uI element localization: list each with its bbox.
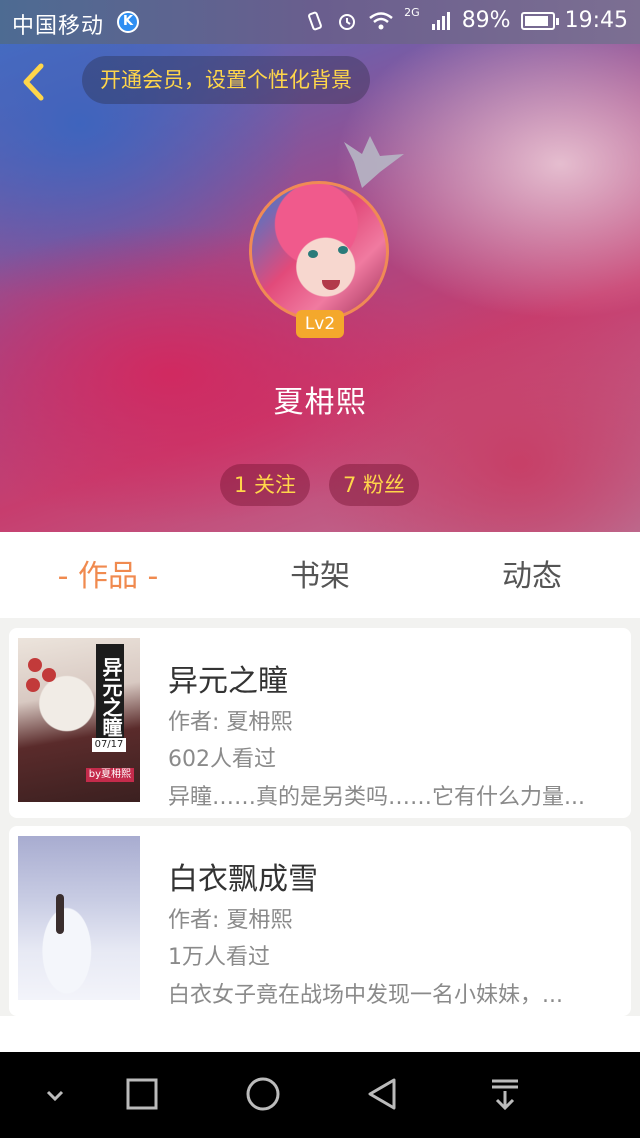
- battery-icon: [520, 11, 559, 30]
- vip-background-button[interactable]: 开通会员，设置个性化背景: [82, 56, 370, 104]
- book-cover[interactable]: 异元之瞳 07/17 by夏枏熙: [18, 638, 140, 802]
- book-card[interactable]: 白衣飘成雪 作者: 夏枏熙 1万人看过 白衣女子竟在战场中发现一名小妹妹，...: [9, 826, 631, 1016]
- signal-icon: [431, 11, 450, 30]
- k-app-icon: K: [117, 11, 139, 33]
- back-arrow-icon[interactable]: [14, 60, 54, 104]
- tab-works[interactable]: - 作品 -: [30, 532, 186, 618]
- cover-title: 异元之瞳: [96, 644, 124, 750]
- download-icon[interactable]: [480, 1072, 530, 1118]
- book-author: 作者: 夏枏熙: [168, 710, 293, 735]
- back-triangle-icon[interactable]: [358, 1072, 408, 1118]
- tab-activity[interactable]: 动态: [472, 532, 592, 618]
- status-icons: 2G 89% 19:45: [304, 6, 628, 33]
- wifi-icon: [369, 11, 393, 29]
- book-description: 异瞳……真的是另类吗……它有什么力量...: [168, 785, 585, 810]
- recent-apps-icon[interactable]: [117, 1072, 167, 1118]
- vibrate-icon: [308, 11, 323, 30]
- username: 夏枏熙: [273, 385, 367, 420]
- fans-count-button[interactable]: 7 粉丝: [329, 464, 419, 506]
- battery-percent: 89%: [461, 8, 511, 33]
- works-list: 异元之瞳 07/17 by夏枏熙 异元之瞳 作者: 夏枏熙 602人看过 异瞳……: [0, 618, 640, 1016]
- network-type: 2G: [404, 6, 420, 19]
- status-bar: 中国移动 K 2G 89% 19:45: [0, 0, 640, 44]
- tab-bookshelf[interactable]: 书架: [260, 532, 380, 618]
- cover-date: 07/17: [92, 738, 126, 752]
- carrier-name: 中国移动: [12, 14, 105, 39]
- book-cover[interactable]: [18, 836, 140, 1000]
- book-author: 作者: 夏枏熙: [168, 908, 293, 933]
- tab-bar: - 作品 - 书架 动态: [0, 532, 640, 618]
- book-description: 白衣女子竟在战场中发现一名小妹妹，...: [168, 983, 563, 1008]
- book-title[interactable]: 白衣飘成雪: [168, 854, 318, 898]
- navigation-bar: [0, 1052, 640, 1138]
- list-footer: [0, 1016, 640, 1052]
- home-icon[interactable]: [238, 1072, 288, 1118]
- profile-header: 开通会员，设置个性化背景 Lv2 夏枏熙 1 关注 7 粉丝: [0, 44, 640, 532]
- crown-icon: [344, 136, 404, 188]
- clock: 19:45: [564, 8, 628, 33]
- book-title[interactable]: 异元之瞳: [168, 656, 288, 700]
- cover-byline: by夏枏熙: [85, 768, 134, 782]
- book-card[interactable]: 异元之瞳 07/17 by夏枏熙 异元之瞳 作者: 夏枏熙 602人看过 异瞳……: [9, 628, 631, 818]
- book-views: 602人看过: [168, 747, 276, 772]
- level-badge: Lv2: [296, 310, 344, 338]
- alarm-icon: [339, 13, 356, 30]
- avatar[interactable]: [249, 181, 389, 321]
- following-count-button[interactable]: 1 关注: [220, 464, 310, 506]
- book-views: 1万人看过: [168, 945, 270, 970]
- chevron-down-icon[interactable]: [30, 1072, 80, 1118]
